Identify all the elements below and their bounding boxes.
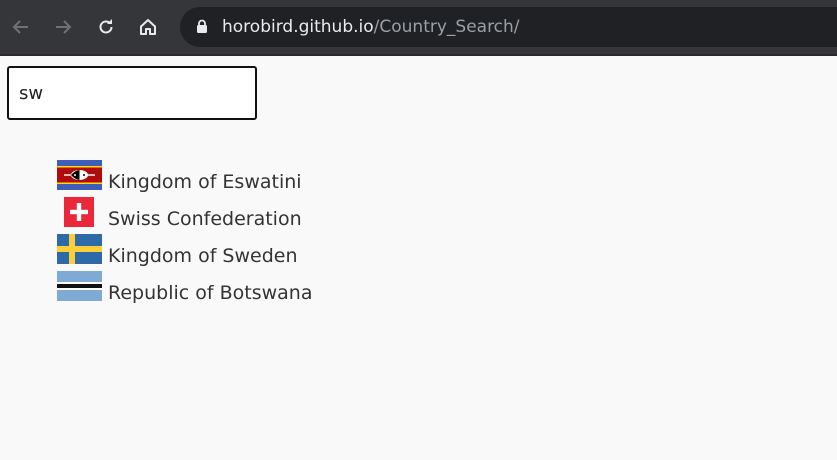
url-text: horobird.github.io/Country_Search/ bbox=[222, 16, 520, 38]
home-button[interactable] bbox=[132, 11, 164, 43]
botswana-flag-icon bbox=[57, 271, 102, 301]
reload-icon bbox=[99, 19, 113, 34]
reload-button[interactable] bbox=[90, 11, 122, 43]
url-host: horobird.github.io bbox=[222, 17, 374, 37]
home-icon bbox=[140, 19, 156, 35]
country-name: Republic of Botswana bbox=[108, 282, 313, 304]
country-search-input[interactable] bbox=[7, 66, 257, 120]
arrow-left-icon bbox=[12, 20, 28, 34]
eswatini-flag-icon bbox=[57, 160, 102, 190]
arrow-right-icon bbox=[56, 20, 72, 34]
url-path: /Country_Search/ bbox=[373, 17, 520, 37]
sweden-flag-icon bbox=[57, 234, 102, 264]
country-name: Kingdom of Sweden bbox=[108, 245, 298, 267]
address-bar[interactable]: horobird.github.io/Country_Search/ bbox=[180, 7, 837, 47]
forward-button[interactable] bbox=[47, 11, 79, 43]
switzerland-flag-icon bbox=[64, 197, 94, 227]
back-button[interactable] bbox=[5, 11, 37, 43]
country-name: Swiss Confederation bbox=[108, 208, 302, 230]
browser-toolbar: horobird.github.io/Country_Search/ bbox=[0, 0, 837, 56]
lock-icon bbox=[197, 19, 207, 33]
country-name: Kingdom of Eswatini bbox=[108, 171, 302, 193]
